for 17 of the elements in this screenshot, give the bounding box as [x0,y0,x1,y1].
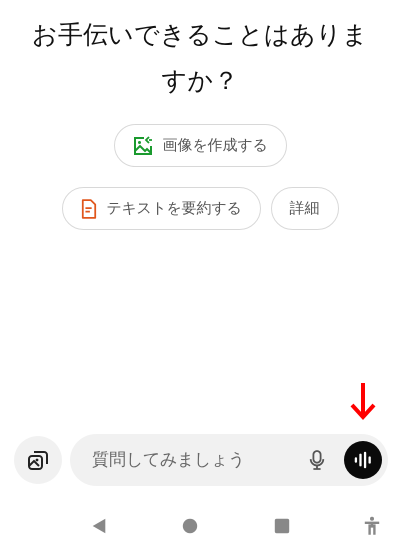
suggestion-chip[interactable]: テキストを要約する [62,187,260,230]
prompt-field[interactable]: 質問してみましょう [90,449,298,471]
gallery-button[interactable] [14,436,62,484]
microphone-icon[interactable] [308,449,326,471]
home-icon[interactable] [181,517,200,535]
image-sparkle-icon [132,136,152,156]
gallery-icon [26,448,50,472]
voice-button[interactable] [344,441,382,479]
annotation-arrow [348,381,378,421]
waveform-icon [352,449,374,471]
suggestion-chip[interactable]: 詳細 [270,187,338,230]
recents-icon[interactable] [272,517,291,535]
document-icon [80,198,96,218]
heading: お手伝いできることはありますか？ [31,19,369,97]
suggestion-chip[interactable]: 画像を作成する [114,124,286,167]
accessibility-icon[interactable] [364,515,380,537]
back-icon[interactable] [90,517,108,535]
